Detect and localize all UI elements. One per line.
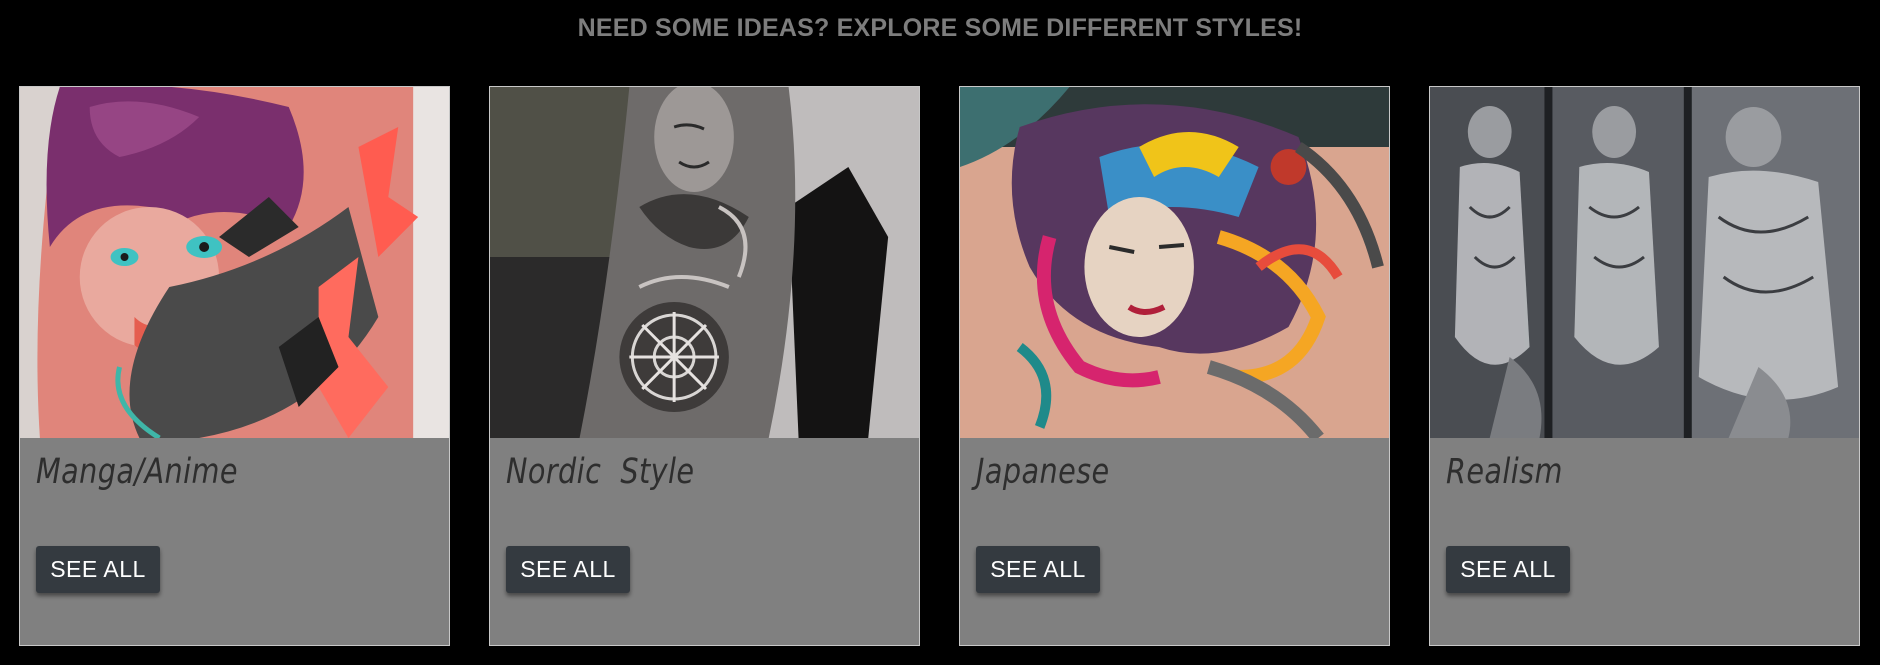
section-heading: NEED SOME IDEAS? EXPLORE SOME DIFFERENT …	[577, 14, 1303, 42]
style-cards: Manga/Anime SEE ALL Nordic Style SEE ALL…	[19, 86, 1863, 648]
style-card-japanese: Japanese SEE ALL	[959, 86, 1390, 646]
style-card-realism: Realism SEE ALL	[1429, 86, 1860, 646]
manga-anime-tattoo-image[interactable]	[20, 87, 449, 438]
card-title: Japanese	[976, 452, 1110, 492]
style-card-manga-anime: Manga/Anime SEE ALL	[19, 86, 450, 646]
nordic-style-tattoo-image[interactable]	[490, 87, 919, 438]
card-title: Realism	[1446, 452, 1563, 492]
see-all-button[interactable]: SEE ALL	[1446, 546, 1570, 593]
style-card-nordic-style: Nordic Style SEE ALL	[489, 86, 920, 646]
card-title: Nordic Style	[506, 452, 695, 492]
see-all-button[interactable]: SEE ALL	[506, 546, 630, 593]
japanese-tattoo-image[interactable]	[960, 87, 1389, 438]
card-title: Manga/Anime	[36, 452, 238, 492]
realism-tattoo-image[interactable]	[1430, 87, 1859, 438]
see-all-button[interactable]: SEE ALL	[976, 546, 1100, 593]
see-all-button[interactable]: SEE ALL	[36, 546, 160, 593]
